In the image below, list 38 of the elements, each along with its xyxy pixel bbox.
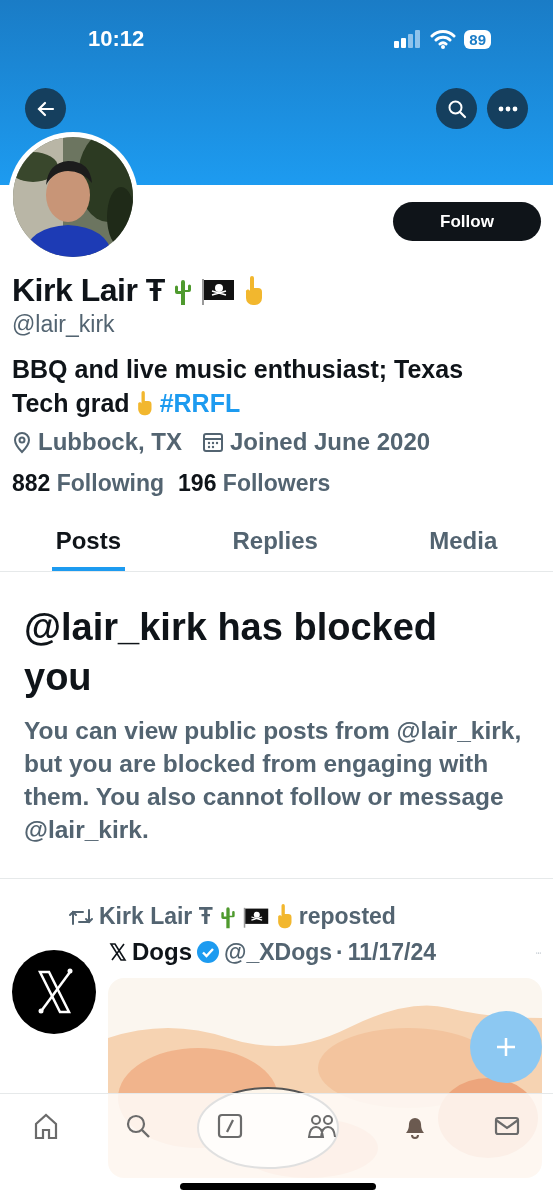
post-date: 11/17/24 [347, 938, 436, 966]
plus-icon [494, 1035, 518, 1059]
profile-handle: @lair_kirk [12, 311, 116, 338]
battery-indicator: 89 [464, 29, 491, 49]
post-handle: @_XDogs [224, 938, 333, 966]
more-icon [497, 105, 518, 112]
x-badge-icon [108, 942, 128, 962]
people-icon[interactable] [307, 1112, 338, 1140]
slash-square-icon[interactable] [215, 1112, 244, 1140]
pirate-flag-icon [242, 905, 269, 928]
more-button[interactable] [487, 88, 528, 129]
reposter-name: Kirk Lair Ŧ [99, 903, 213, 930]
follow-count-link[interactable]: 196 Followers [178, 470, 331, 497]
repost-label: reposted [298, 903, 396, 930]
blocked-message: You can view public posts from @lair_kirk, but you are blocked from engaging with them. You also cannot follow or message @lair_kirk. [24, 716, 523, 845]
repost-icon [68, 906, 94, 927]
status-time: 10:12 [88, 26, 145, 52]
follow-count-link[interactable]: 882 Following [12, 470, 165, 497]
profile-bio: Tech grad [12, 389, 130, 417]
profile-tab[interactable]: Posts [51, 517, 126, 571]
location-text: Lubbock, TX [38, 428, 182, 456]
profile-bio: BBQ and live music enthusiast; Texas [12, 355, 464, 383]
search-icon [446, 98, 467, 119]
wifi-icon [430, 29, 457, 49]
separator-dot: · [336, 938, 344, 966]
signal-icon [394, 30, 423, 48]
back-button[interactable] [25, 88, 66, 129]
follow-button[interactable]: Follow [393, 202, 541, 241]
pirate-flag-icon [200, 276, 235, 305]
calendar-icon [202, 431, 224, 453]
joined-date: Joined June 2020 [230, 428, 431, 456]
profile-tab[interactable]: Replies [228, 517, 322, 571]
profile-tab[interactable]: Media [425, 517, 502, 571]
post-author: Dogs [132, 938, 192, 966]
blocked-title: @lair_kirk has blocked you [24, 605, 439, 700]
location-pin-icon [12, 430, 32, 454]
profile-name: Kirk Lair Ŧ [12, 272, 165, 309]
search-button[interactable] [436, 88, 477, 129]
